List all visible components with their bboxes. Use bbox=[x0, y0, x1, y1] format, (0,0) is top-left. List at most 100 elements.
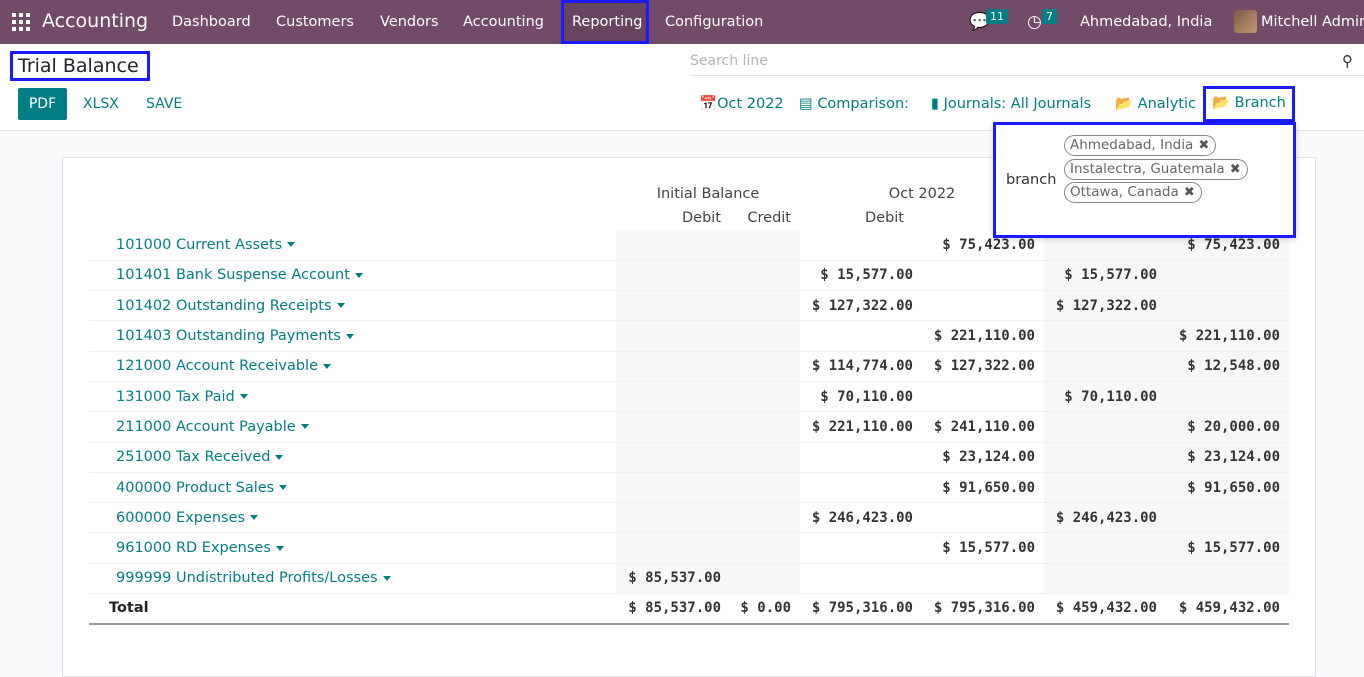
amount-cell bbox=[616, 472, 730, 504]
account-name[interactable]: 101000 Current Assets bbox=[89, 230, 616, 261]
caret-down-icon[interactable] bbox=[323, 363, 332, 369]
amount-cell bbox=[616, 381, 730, 413]
control-panel: Trial Balance Search line ⚲ PDF XLSX SAV… bbox=[0, 44, 1364, 131]
amount-cell: $ 127,322.00 bbox=[800, 290, 922, 322]
amount-cell bbox=[1044, 442, 1166, 473]
caret-down-icon[interactable] bbox=[287, 242, 296, 248]
amount-cell bbox=[1166, 563, 1289, 595]
amount-cell: $ 70,110.00 bbox=[800, 381, 922, 413]
account-name[interactable]: 400000 Product Sales bbox=[89, 472, 616, 504]
branch-tag[interactable]: Instalectra, Guatemala ✖ bbox=[1064, 159, 1248, 180]
account-name[interactable]: 101403 Outstanding Payments bbox=[89, 320, 616, 352]
menu-vendors[interactable]: Vendors bbox=[372, 0, 447, 44]
calendar-icon: 📅 bbox=[699, 96, 718, 112]
table-row: 131000 Tax Paid $ 70,110.00 $ 70,110.00 bbox=[89, 381, 1289, 413]
amount-cell bbox=[616, 442, 730, 473]
amount-cell bbox=[730, 320, 800, 352]
account-name[interactable]: 961000 RD Expenses bbox=[89, 532, 616, 564]
amount-cell bbox=[730, 442, 800, 473]
account-name[interactable]: 121000 Account Receivable bbox=[89, 351, 616, 382]
table-row: 121000 Account Receivable $ 114,774.00 $ 1… bbox=[89, 351, 1289, 382]
account-name[interactable]: 101402 Outstanding Receipts bbox=[89, 290, 616, 322]
account-label: 121000 Account Receivable bbox=[116, 358, 319, 375]
amount-cell: $ 127,322.00 bbox=[922, 351, 1044, 382]
amount-cell bbox=[616, 320, 730, 352]
caret-down-icon[interactable] bbox=[279, 485, 288, 491]
total-amount-cell: $ 0.00 bbox=[730, 593, 800, 625]
analytic-filter[interactable]: 📂 Analytic bbox=[1115, 88, 1196, 120]
caret-down-icon[interactable] bbox=[275, 454, 284, 460]
amount-cell bbox=[922, 563, 1044, 595]
caret-down-icon[interactable] bbox=[345, 333, 354, 339]
app-name[interactable]: Accounting bbox=[42, 10, 148, 32]
amount-cell bbox=[800, 230, 922, 261]
account-name[interactable]: 600000 Expenses bbox=[89, 502, 616, 534]
search-input[interactable]: Search line ⚲ bbox=[690, 50, 1364, 76]
amount-cell bbox=[616, 411, 730, 443]
amount-cell bbox=[922, 290, 1044, 322]
total-amount-cell: $ 795,316.00 bbox=[800, 593, 922, 625]
amount-cell: $ 70,110.00 bbox=[1044, 381, 1166, 413]
account-name[interactable]: 131000 Tax Paid bbox=[89, 381, 616, 413]
caret-down-icon[interactable] bbox=[336, 303, 345, 309]
account-name[interactable]: 251000 Tax Received bbox=[89, 442, 616, 473]
amount-cell bbox=[1166, 502, 1289, 534]
amount-cell bbox=[730, 230, 800, 261]
avatar[interactable] bbox=[1234, 10, 1257, 33]
amount-cell: $ 246,423.00 bbox=[800, 502, 922, 534]
caret-down-icon[interactable] bbox=[382, 575, 391, 581]
branch-tag[interactable]: Ahmedabad, India ✖ bbox=[1064, 135, 1217, 156]
caret-down-icon[interactable] bbox=[275, 545, 284, 551]
table-row: 251000 Tax Received $ 23,124.00 $ 23,124.0… bbox=[89, 442, 1289, 473]
amount-cell bbox=[616, 230, 730, 261]
company-switcher[interactable]: Ahmedabad, India bbox=[1080, 0, 1212, 44]
amount-cell bbox=[1166, 260, 1289, 292]
search-placeholder: Search line bbox=[690, 53, 768, 69]
branch-filter-label: Branch bbox=[1234, 95, 1286, 111]
amount-cell bbox=[1044, 351, 1166, 382]
menu-accounting[interactable]: Accounting bbox=[455, 0, 552, 44]
account-name[interactable]: 211000 Account Payable bbox=[89, 411, 616, 443]
account-name[interactable]: 999999 Undistributed Profits/Losses bbox=[89, 563, 616, 595]
trial-balance-table: Initial Balance Oct 2022 Debit Credit De… bbox=[89, 182, 1289, 625]
amount-cell bbox=[730, 502, 800, 534]
menu-dashboard[interactable]: Dashboard bbox=[164, 0, 259, 44]
clock-icon[interactable]: ◷ bbox=[1027, 12, 1042, 32]
pdf-button[interactable]: PDF bbox=[18, 88, 67, 120]
branch-filter[interactable]: 📂 Branch bbox=[1203, 86, 1295, 122]
account-label: 400000 Product Sales bbox=[116, 479, 275, 496]
amount-cell bbox=[730, 290, 800, 322]
date-filter[interactable]: 📅Oct 2022 bbox=[699, 88, 784, 120]
account-name[interactable]: 101401 Bank Suspense Account bbox=[89, 260, 616, 292]
search-icon[interactable]: ⚲ bbox=[1342, 52, 1353, 70]
caret-down-icon[interactable] bbox=[239, 394, 248, 400]
total-row: Total $ 85,537.00 $ 0.00 $ 795,316.00 $ 795,… bbox=[89, 593, 1289, 625]
total-amount-cell: $ 795,316.00 bbox=[922, 593, 1044, 625]
amount-cell bbox=[800, 472, 922, 504]
remove-tag-icon[interactable]: ✖ bbox=[1198, 136, 1209, 155]
save-button[interactable]: SAVE bbox=[146, 88, 182, 120]
amount-cell bbox=[730, 351, 800, 382]
caret-down-icon[interactable] bbox=[250, 515, 259, 521]
xlsx-button[interactable]: XLSX bbox=[83, 88, 119, 120]
amount-cell bbox=[1166, 290, 1289, 322]
user-menu[interactable]: Mitchell Admin bbox=[1261, 0, 1364, 44]
comparison-filter[interactable]: ▤ Comparison: bbox=[799, 88, 909, 120]
remove-tag-icon[interactable]: ✖ bbox=[1230, 160, 1241, 179]
amount-cell bbox=[1044, 320, 1166, 352]
branch-tag[interactable]: Ottawa, Canada ✖ bbox=[1064, 182, 1202, 203]
menu-customers[interactable]: Customers bbox=[268, 0, 362, 44]
remove-tag-icon[interactable]: ✖ bbox=[1184, 183, 1195, 202]
account-label: 101403 Outstanding Payments bbox=[116, 328, 341, 345]
apps-menu-icon[interactable] bbox=[12, 13, 30, 31]
table-row: 999999 Undistributed Profits/Losses $ 85,… bbox=[89, 563, 1289, 595]
menu-reporting[interactable]: Reporting bbox=[561, 0, 649, 44]
menu-configuration[interactable]: Configuration bbox=[657, 0, 771, 44]
table-row: 101402 Outstanding Receipts $ 127,322.00 $… bbox=[89, 290, 1289, 322]
caret-down-icon[interactable] bbox=[354, 272, 363, 278]
journals-filter[interactable]: ▮ Journals: All Journals bbox=[931, 88, 1091, 120]
amount-cell bbox=[1044, 563, 1166, 595]
table-row: 400000 Product Sales $ 91,650.00 $ 91,650.… bbox=[89, 472, 1289, 504]
table-row: 600000 Expenses $ 246,423.00 $ 246,423.00 bbox=[89, 502, 1289, 534]
caret-down-icon[interactable] bbox=[300, 424, 309, 430]
